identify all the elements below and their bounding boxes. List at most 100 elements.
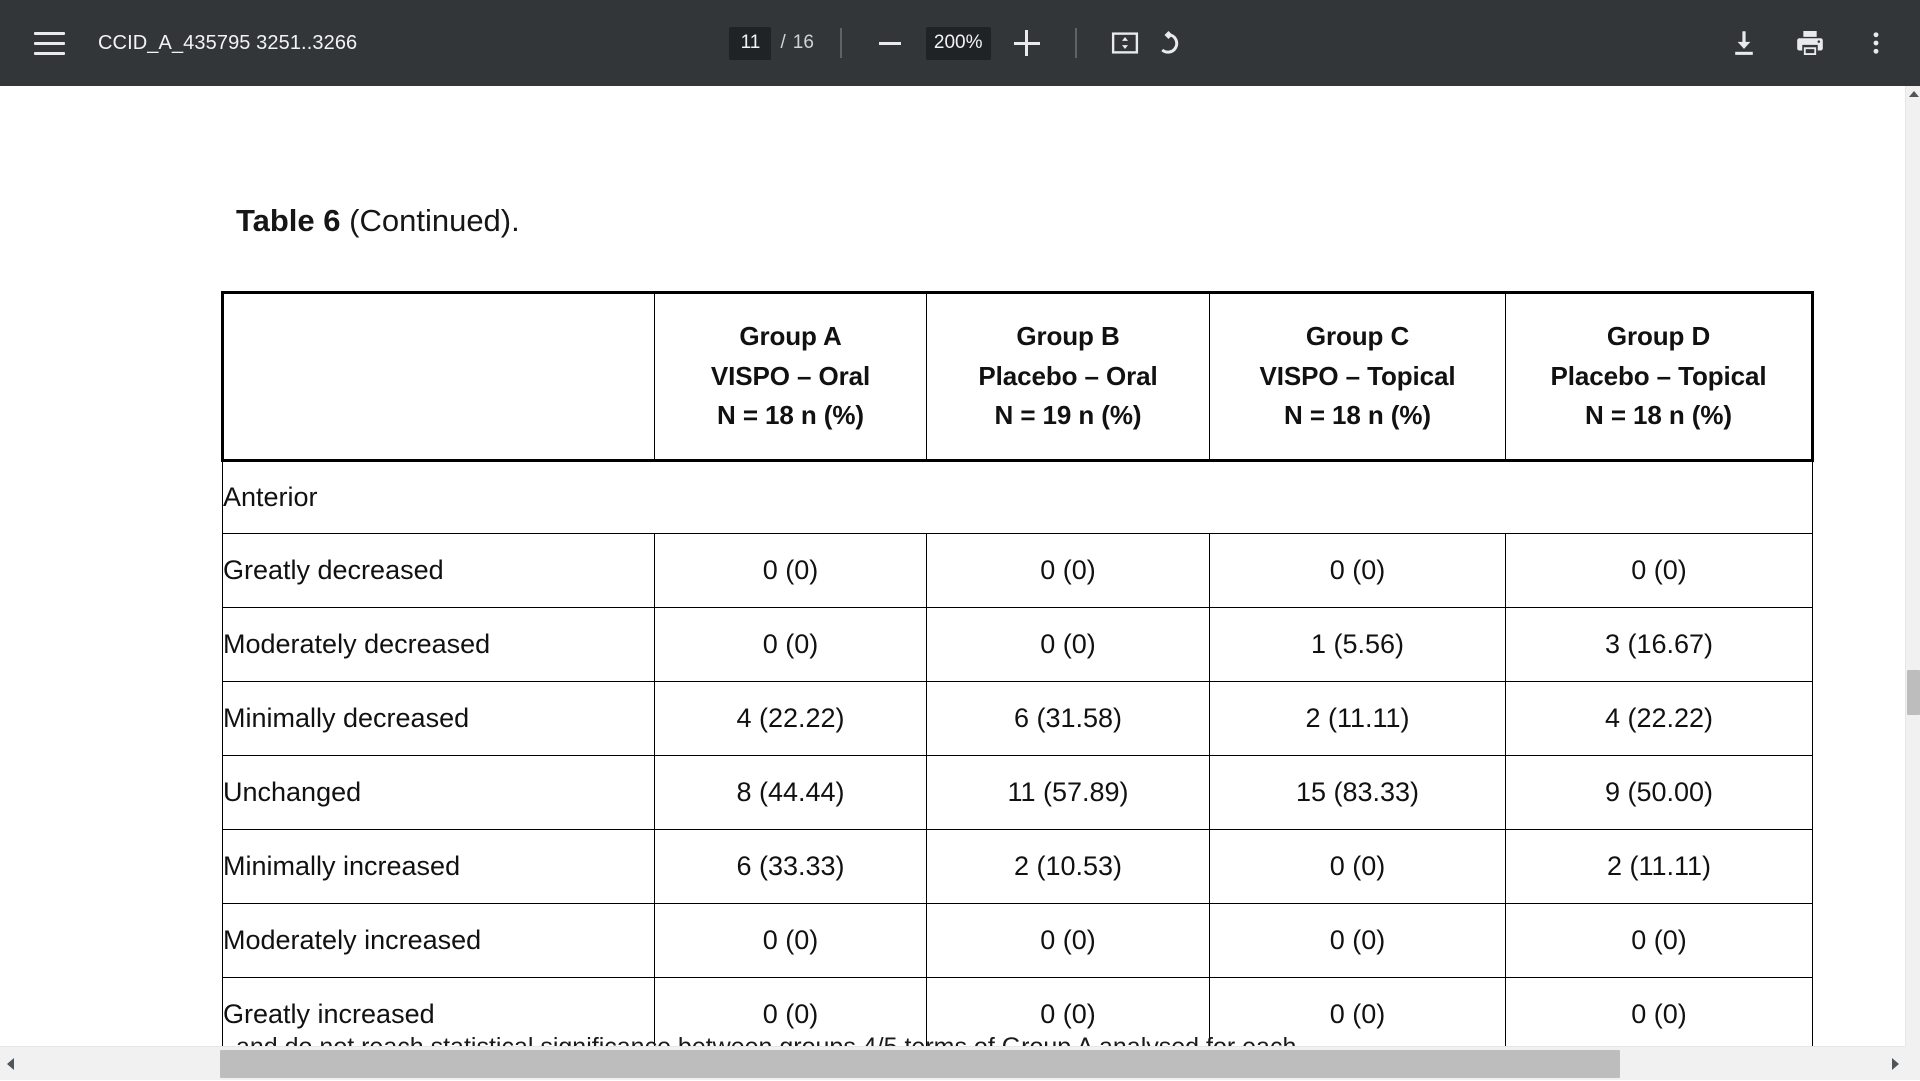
page-count: 16 [793, 32, 814, 54]
pdf-viewer-toolbar: CCID_A_435795 3251..3266 11 / 16 200% [0, 0, 1920, 86]
cell-group-b: 0 (0) [927, 534, 1210, 608]
print-icon [1794, 27, 1826, 59]
fit-to-page-button[interactable] [1103, 21, 1147, 65]
group-a-n: N = 18 n (%) [655, 396, 926, 436]
triangle-right-glyph [1892, 1058, 1899, 1070]
table-caption-suffix: (Continued). [341, 203, 520, 238]
row-label: Minimally increased [223, 830, 655, 904]
group-b-treatment: Placebo – Oral [927, 357, 1209, 397]
cell-group-a: 6 (33.33) [655, 830, 927, 904]
horizontal-scrollbar-thumb[interactable] [220, 1050, 1620, 1078]
cell-group-c: 0 (0) [1210, 904, 1506, 978]
zoom-level-display[interactable]: 200% [926, 27, 991, 60]
cell-group-a: 4 (22.22) [655, 682, 927, 756]
cell-group-d: 0 (0) [1506, 904, 1813, 978]
print-button[interactable] [1788, 21, 1832, 65]
toolbar-right-controls [1722, 0, 1898, 86]
row-label: Minimally decreased [223, 682, 655, 756]
row-label: Moderately decreased [223, 608, 655, 682]
more-options-button[interactable] [1854, 21, 1898, 65]
menu-bar-1 [34, 32, 65, 35]
cell-group-c: 1 (5.56) [1210, 608, 1506, 682]
page-number-input[interactable]: 11 [729, 27, 771, 60]
cell-group-a: 0 (0) [655, 904, 927, 978]
cell-group-c: 2 (11.11) [1210, 682, 1506, 756]
horizontal-scrollbar[interactable] [0, 1046, 1905, 1080]
group-b-n: N = 19 n (%) [927, 396, 1209, 436]
table-header-group-a: Group A VISPO – Oral N = 18 n (%) [655, 293, 927, 461]
group-c-treatment: VISPO – Topical [1210, 357, 1505, 397]
table-section-row: Anterior [223, 461, 1813, 534]
scroll-up-arrow-icon[interactable] [1906, 86, 1920, 102]
table-header-corner [223, 293, 655, 461]
menu-bar-2 [34, 42, 65, 45]
table-row: Minimally increased 6 (33.33) 2 (10.53) … [223, 830, 1813, 904]
table-body: Anterior Greatly decreased 0 (0) 0 (0) 0… [223, 461, 1813, 1047]
fit-to-page-icon [1110, 28, 1140, 58]
cell-group-c: 15 (83.33) [1210, 756, 1506, 830]
cell-group-d: 4 (22.22) [1506, 682, 1813, 756]
table-header-group-d: Group D Placebo – Topical N = 18 n (%) [1506, 293, 1813, 461]
vertical-scrollbar[interactable] [1905, 86, 1920, 1080]
table-caption: Table 6 (Continued). [236, 203, 520, 239]
cell-group-a: 8 (44.44) [655, 756, 927, 830]
row-label: Greatly decreased [223, 534, 655, 608]
download-button[interactable] [1722, 21, 1766, 65]
page-separator: / [780, 32, 785, 54]
cell-group-d: 9 (50.00) [1506, 756, 1813, 830]
cell-group-b: 0 (0) [927, 608, 1210, 682]
table-row: Moderately increased 0 (0) 0 (0) 0 (0) 0… [223, 904, 1813, 978]
rotate-counterclockwise-icon [1154, 28, 1184, 58]
table-header-row: Group A VISPO – Oral N = 18 n (%) Group … [223, 293, 1813, 461]
scroll-left-arrow-icon[interactable] [0, 1047, 20, 1081]
table-header-group-c: Group C VISPO – Topical N = 18 n (%) [1210, 293, 1506, 461]
group-d-name: Group D [1506, 317, 1811, 357]
cell-group-c: 0 (0) [1210, 830, 1506, 904]
vertical-scrollbar-thumb[interactable] [1907, 670, 1920, 715]
table-row: Moderately decreased 0 (0) 0 (0) 1 (5.56… [223, 608, 1813, 682]
cell-group-a: 0 (0) [655, 608, 927, 682]
zoom-out-button[interactable] [868, 21, 912, 65]
pdf-document-viewport[interactable]: Table 6 (Continued). Group A VISPO – Ora… [0, 86, 1905, 1046]
plus-icon [1014, 30, 1040, 56]
zoom-in-button[interactable] [1005, 21, 1049, 65]
clipped-body-text: and do not reach statistical significanc… [236, 1033, 1816, 1046]
group-b-name: Group B [927, 317, 1209, 357]
scrollbar-corner [1905, 1046, 1920, 1080]
rotate-counterclockwise-button[interactable] [1147, 21, 1191, 65]
row-label: Unchanged [223, 756, 655, 830]
cell-group-c: 0 (0) [1210, 534, 1506, 608]
minus-icon [879, 42, 901, 45]
more-options-icon [1861, 28, 1891, 58]
scroll-right-arrow-icon[interactable] [1885, 1047, 1905, 1081]
outcome-table: Group A VISPO – Oral N = 18 n (%) Group … [221, 291, 1814, 1046]
table-row: Minimally decreased 4 (22.22) 6 (31.58) … [223, 682, 1813, 756]
cell-group-b: 0 (0) [927, 904, 1210, 978]
row-label: Moderately increased [223, 904, 655, 978]
pdf-page: Table 6 (Continued). Group A VISPO – Ora… [0, 86, 1905, 1046]
triangle-up-glyph [1909, 91, 1919, 97]
toolbar-divider-2 [1075, 28, 1077, 58]
cell-group-a: 0 (0) [655, 534, 927, 608]
menu-bar-3 [34, 52, 65, 55]
group-d-treatment: Placebo – Topical [1506, 357, 1811, 397]
cell-group-b: 6 (31.58) [927, 682, 1210, 756]
cell-group-b: 11 (57.89) [927, 756, 1210, 830]
group-c-n: N = 18 n (%) [1210, 396, 1505, 436]
document-title: CCID_A_435795 3251..3266 [98, 32, 357, 55]
table-row: Greatly decreased 0 (0) 0 (0) 0 (0) 0 (0… [223, 534, 1813, 608]
table-head: Group A VISPO – Oral N = 18 n (%) Group … [223, 293, 1813, 461]
hamburger-menu-icon[interactable] [20, 14, 78, 72]
section-label-anterior: Anterior [223, 461, 1813, 534]
table-caption-number: Table 6 [236, 203, 341, 238]
cell-group-d: 0 (0) [1506, 534, 1813, 608]
group-c-name: Group C [1210, 317, 1505, 357]
toolbar-divider [840, 28, 842, 58]
table-header-group-b: Group B Placebo – Oral N = 19 n (%) [927, 293, 1210, 461]
cell-group-d: 3 (16.67) [1506, 608, 1813, 682]
group-d-n: N = 18 n (%) [1506, 396, 1811, 436]
group-a-treatment: VISPO – Oral [655, 357, 926, 397]
cell-group-d: 2 (11.11) [1506, 830, 1813, 904]
group-a-name: Group A [655, 317, 926, 357]
download-icon [1728, 27, 1760, 59]
